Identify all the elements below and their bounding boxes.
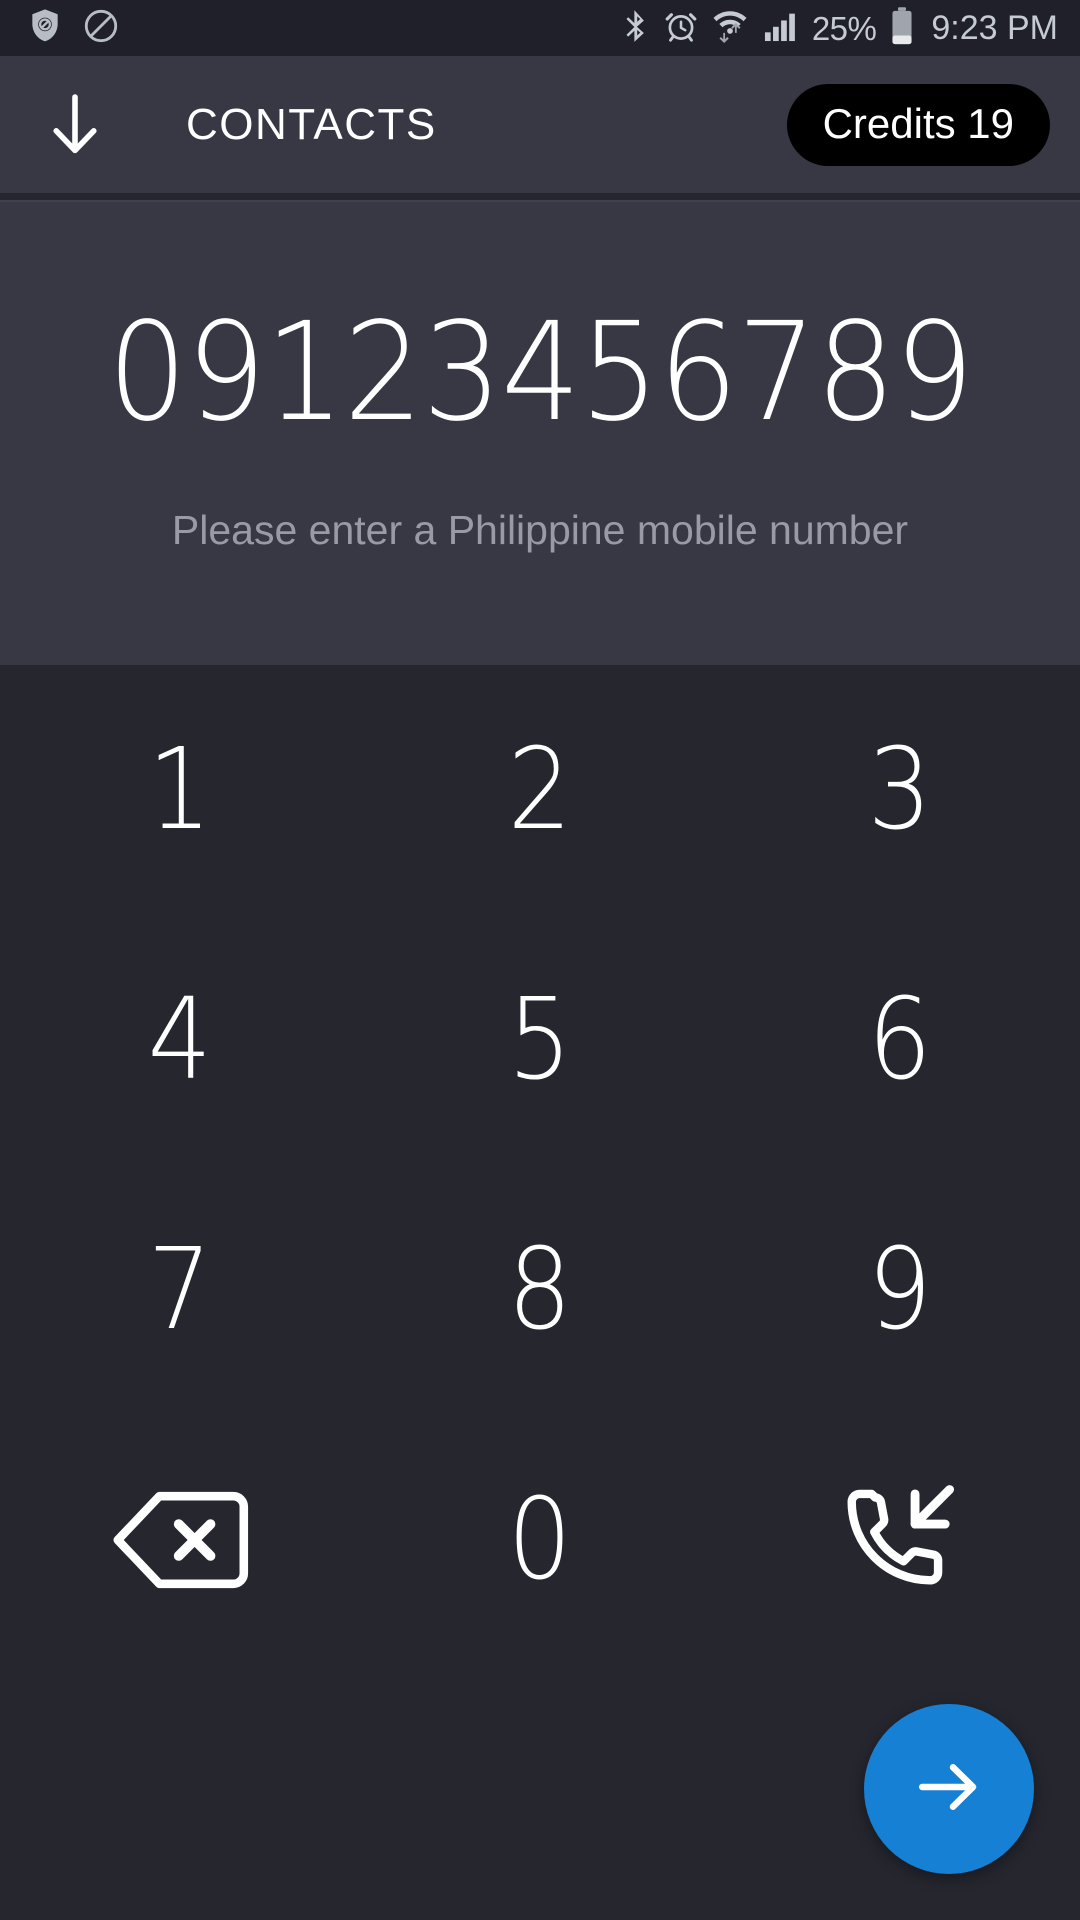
key-7-label: 7 (147, 1225, 213, 1355)
key-8[interactable]: 8 (360, 1165, 720, 1415)
key-2-label: 2 (507, 725, 573, 855)
key-9-label: 9 (867, 1225, 933, 1355)
backspace-icon (107, 1484, 253, 1596)
page-title: CONTACTS (186, 99, 437, 149)
key-4-label: 4 (147, 975, 213, 1105)
key-4[interactable]: 4 (0, 915, 360, 1165)
arrow-right-icon (912, 1750, 986, 1829)
status-bar: 25% 9:23 PM (0, 0, 1080, 56)
battery-icon (889, 6, 915, 51)
key-7[interactable]: 7 (0, 1165, 360, 1415)
entered-number[interactable]: 09123456789 (107, 305, 973, 441)
number-display-panel[interactable]: 09123456789 Please enter a Philippine mo… (0, 200, 1080, 665)
battery-percent-label: 25% (811, 9, 877, 47)
arrow-down-icon[interactable] (38, 88, 112, 162)
dial-pad: 1 2 3 4 5 6 7 8 9 0 (0, 665, 1080, 1665)
key-0-label: 0 (507, 1475, 573, 1605)
key-0[interactable]: 0 (360, 1415, 720, 1665)
call-button[interactable] (720, 1415, 1080, 1665)
key-8-label: 8 (507, 1225, 573, 1355)
key-3[interactable]: 3 (720, 665, 1080, 915)
key-9[interactable]: 9 (720, 1165, 1080, 1415)
hint-text: Please enter a Philippine mobile number (171, 507, 909, 553)
key-2[interactable]: 2 (360, 665, 720, 915)
incoming-call-icon (838, 1478, 962, 1602)
backspace-button[interactable] (0, 1415, 360, 1665)
key-1-label: 1 (147, 725, 213, 855)
app-header: CONTACTS Credits 19 (0, 56, 1080, 193)
key-5[interactable]: 5 (360, 915, 720, 1165)
submit-fab[interactable] (864, 1704, 1034, 1874)
do-not-disturb-icon (82, 7, 120, 50)
alarm-icon (663, 7, 699, 50)
key-3-label: 3 (867, 725, 933, 855)
key-5-label: 5 (507, 975, 573, 1105)
status-bar-left-icons (26, 7, 120, 50)
bluetooth-icon (620, 7, 650, 50)
key-6[interactable]: 6 (720, 915, 1080, 1165)
key-6-label: 6 (867, 975, 933, 1105)
phone-dialer-screen: 25% 9:23 PM CONTACTS Credits 19 09123456… (0, 0, 1080, 1920)
wifi-data-icon (712, 6, 748, 51)
status-bar-right-icons: 25% 9:23 PM (620, 6, 1058, 51)
status-bar-clock: 9:23 PM (931, 9, 1058, 47)
shield-block-icon (26, 7, 64, 50)
credits-button[interactable]: Credits 19 (786, 83, 1050, 166)
key-1[interactable]: 1 (0, 665, 360, 915)
signal-icon (761, 7, 799, 50)
